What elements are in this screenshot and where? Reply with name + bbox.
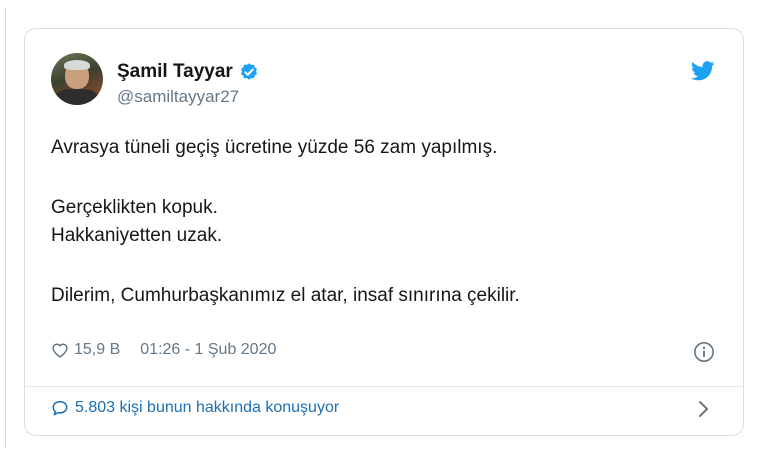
conversation-link[interactable]: 5.803 kişi bunun hakkında konuşuyor	[51, 399, 339, 417]
tweet-timestamp[interactable]: 01:26 - 1 Şub 2020	[140, 341, 276, 359]
speech-bubble-icon	[52, 400, 68, 416]
author-name-row: Şamil Tayyar	[117, 61, 259, 83]
tweet-text-line: Hakkaniyetten uzak.	[51, 225, 223, 246]
author-handle[interactable]: @samiltayyar27	[117, 87, 239, 107]
tweet-text-line: Dilerim, Cumhurbaşkanımız el atar, insaf…	[51, 285, 520, 306]
info-icon[interactable]	[693, 341, 715, 363]
avatar[interactable]	[51, 53, 103, 105]
embedded-tweet-card: Şamil Tayyar @samiltayyar27 Avrasya tüne…	[24, 28, 744, 436]
heart-icon[interactable]	[51, 342, 69, 358]
verified-badge-icon	[240, 63, 257, 80]
conversation-label[interactable]: 5.803 kişi bunun hakkında konuşuyor	[75, 399, 339, 417]
like-count[interactable]: 15,9 B	[74, 341, 120, 359]
tweet-text-line: Avrasya tüneli geçiş ücretine yüzde 56 z…	[51, 137, 498, 158]
tweet-text: Avrasya tüneli geçiş ücretine yüzde 56 z…	[51, 134, 711, 310]
tweet-text-line: Gerçeklikten kopuk.	[51, 197, 218, 218]
page-left-rule	[5, 8, 6, 448]
tweet-meta-row: 15,9 B 01:26 - 1 Şub 2020	[51, 341, 276, 359]
twitter-bird-icon[interactable]	[691, 61, 715, 81]
chevron-right-icon[interactable]	[697, 400, 709, 418]
divider	[25, 386, 743, 387]
author-display-name[interactable]: Şamil Tayyar	[117, 61, 233, 83]
